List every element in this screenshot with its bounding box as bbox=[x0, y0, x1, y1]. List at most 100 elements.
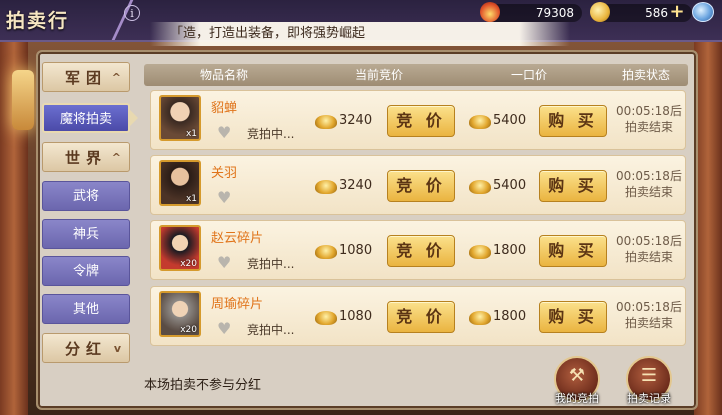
background-pillar-right bbox=[694, 0, 722, 415]
item-quantity: x1 bbox=[185, 129, 197, 139]
general-portrait[interactable]: x20 bbox=[159, 225, 201, 271]
selection-pointer-icon bbox=[130, 110, 138, 126]
chevron-down-icon: v bbox=[113, 342, 121, 355]
timer-remaining: 00:05:18后 bbox=[616, 234, 682, 248]
fire-currency-icon bbox=[480, 2, 500, 22]
timer-caption: 拍卖结束 bbox=[624, 316, 673, 330]
gold-ingot-icon bbox=[469, 311, 491, 325]
item-name: 赵云碎片 bbox=[211, 231, 264, 246]
favorite-heart-icon[interactable]: ♥ bbox=[217, 321, 231, 337]
auction-timer: 00:05:18后 拍卖结束 bbox=[613, 233, 685, 265]
sidebar-group-dividend-label: 分红 bbox=[64, 340, 107, 358]
buyout-value: 5400 bbox=[493, 178, 527, 193]
marquee-text-before: 「造，打造出装备 bbox=[170, 26, 275, 41]
dividend-note: 本场拍卖不参与分红 bbox=[144, 378, 262, 393]
current-bid-value: 3240 bbox=[339, 113, 373, 128]
favorite-heart-icon[interactable]: ♥ bbox=[217, 190, 231, 206]
gold-ingot-icon bbox=[469, 180, 491, 194]
item-name: 周瑜碎片 bbox=[211, 297, 264, 312]
chevron-up-icon: ^ bbox=[111, 151, 121, 164]
background-pillar bbox=[0, 0, 28, 415]
table-row: x1 关羽 ♥ 3240 竞 价 5400 购 买 00:05:18后 拍卖结束 bbox=[150, 155, 686, 215]
gold-ingot-icon bbox=[315, 245, 337, 259]
info-icon[interactable]: i bbox=[124, 5, 140, 21]
gold-ingot-icon bbox=[590, 2, 610, 22]
sidebar-group-legion[interactable]: 军团 ^ bbox=[42, 62, 130, 92]
chevron-up-icon: ^ bbox=[111, 71, 121, 84]
timer-remaining: 00:05:18后 bbox=[616, 300, 682, 314]
sidebar-item-weapons[interactable]: 神兵 bbox=[42, 219, 130, 249]
general-portrait[interactable]: x20 bbox=[159, 291, 201, 337]
sidebar-group-dividend[interactable]: 分红 v bbox=[42, 333, 130, 363]
timer-caption: 拍卖结束 bbox=[624, 185, 673, 199]
page-title: 拍卖行 bbox=[6, 10, 70, 32]
bid-button[interactable]: 竞 价 bbox=[387, 301, 455, 333]
buy-button[interactable]: 购 买 bbox=[539, 105, 607, 137]
marquee-text-after: ，即将强势崛起 bbox=[274, 26, 366, 41]
bid-button[interactable]: 竞 价 bbox=[387, 105, 455, 137]
header-item-name: 物品名称 bbox=[199, 68, 248, 82]
sidebar-group-world[interactable]: 世界 ^ bbox=[42, 142, 130, 172]
gold-ingot-icon bbox=[315, 115, 337, 129]
auction-timer: 00:05:18后 拍卖结束 bbox=[613, 299, 685, 331]
buy-button[interactable]: 购 买 bbox=[539, 235, 607, 267]
item-quantity: x1 bbox=[185, 194, 197, 204]
auction-timer: 00:05:18后 拍卖结束 bbox=[613, 103, 685, 135]
gold-ingot-icon bbox=[469, 245, 491, 259]
header-current-bid: 当前竞价 bbox=[354, 68, 403, 82]
timer-remaining: 00:05:18后 bbox=[616, 169, 682, 183]
header-auction-status: 拍卖状态 bbox=[621, 68, 670, 82]
buyout-value: 1800 bbox=[493, 243, 527, 258]
my-bids-label: 我的竞拍 bbox=[555, 392, 599, 405]
timer-caption: 拍卖结束 bbox=[624, 120, 673, 134]
timer-remaining: 00:05:18后 bbox=[616, 104, 682, 118]
sidebar-item-generals[interactable]: 武将 bbox=[42, 181, 130, 211]
resource-a-value: 79308 bbox=[535, 6, 574, 20]
general-portrait[interactable]: x1 bbox=[159, 160, 201, 206]
gem-icon[interactable] bbox=[692, 2, 714, 22]
sidebar-group-world-label: 世界 bbox=[64, 149, 107, 167]
table-header: 物品名称 当前竞价 一口价 拍卖状态 bbox=[144, 64, 688, 86]
gold-ingot-icon bbox=[315, 180, 337, 194]
item-name: 貂蝉 bbox=[211, 101, 238, 116]
auction-log-label: 拍卖记录 bbox=[627, 392, 671, 405]
table-row: x20 赵云碎片 ♥ 竞拍中... 1080 竞 价 1800 购 买 00:0… bbox=[150, 220, 686, 280]
add-gold-button[interactable]: + bbox=[668, 3, 686, 21]
header-buyout: 一口价 bbox=[510, 68, 547, 82]
item-quantity: x20 bbox=[180, 259, 197, 269]
announcement-marquee: 「造，打造出装备，即将强势崛起 bbox=[170, 24, 610, 44]
general-portrait[interactable]: x1 bbox=[159, 95, 201, 141]
sidebar-item-tokens[interactable]: 令牌 bbox=[42, 256, 130, 286]
auction-status-text: 竞拍中... bbox=[247, 127, 295, 141]
gold-ingot-icon bbox=[315, 311, 337, 325]
table-row: x1 貂蝉 ♥ 竞拍中... 3240 竞 价 5400 购 买 00:05:1… bbox=[150, 90, 686, 150]
resource-b-value: 586 bbox=[645, 6, 668, 20]
resource-counter-fire: 79308 bbox=[480, 2, 582, 22]
current-bid-value: 3240 bbox=[339, 178, 373, 193]
bid-button[interactable]: 竞 价 bbox=[387, 235, 455, 267]
lantern-decoration bbox=[12, 70, 34, 130]
current-bid-value: 1080 bbox=[339, 243, 373, 258]
current-bid-value: 1080 bbox=[339, 309, 373, 324]
scroll-record-icon: ☰ bbox=[640, 365, 658, 386]
buyout-value: 5400 bbox=[493, 113, 527, 128]
buy-button[interactable]: 购 买 bbox=[539, 170, 607, 202]
sidebar-group-legion-label: 军团 bbox=[64, 69, 107, 87]
gold-ingot-icon bbox=[469, 115, 491, 129]
title-decoration bbox=[74, 0, 134, 40]
sidebar-item-other[interactable]: 其他 bbox=[42, 294, 130, 324]
timer-caption: 拍卖结束 bbox=[624, 250, 673, 264]
gavel-icon: ⚒ bbox=[568, 365, 586, 386]
sidebar-item-demon-general-auction[interactable]: 魔将拍卖 bbox=[42, 103, 130, 133]
favorite-heart-icon[interactable]: ♥ bbox=[217, 125, 231, 141]
buyout-value: 1800 bbox=[493, 309, 527, 324]
item-quantity: x20 bbox=[180, 325, 197, 335]
auction-status-text: 竞拍中... bbox=[247, 323, 295, 337]
auction-status-text: 竞拍中... bbox=[247, 257, 295, 271]
auction-timer: 00:05:18后 拍卖结束 bbox=[613, 168, 685, 200]
favorite-heart-icon[interactable]: ♥ bbox=[217, 255, 231, 271]
item-name: 关羽 bbox=[211, 166, 238, 181]
table-row: x20 周瑜碎片 ♥ 竞拍中... 1080 竞 价 1800 购 买 00:0… bbox=[150, 286, 686, 346]
bid-button[interactable]: 竞 价 bbox=[387, 170, 455, 202]
buy-button[interactable]: 购 买 bbox=[539, 301, 607, 333]
